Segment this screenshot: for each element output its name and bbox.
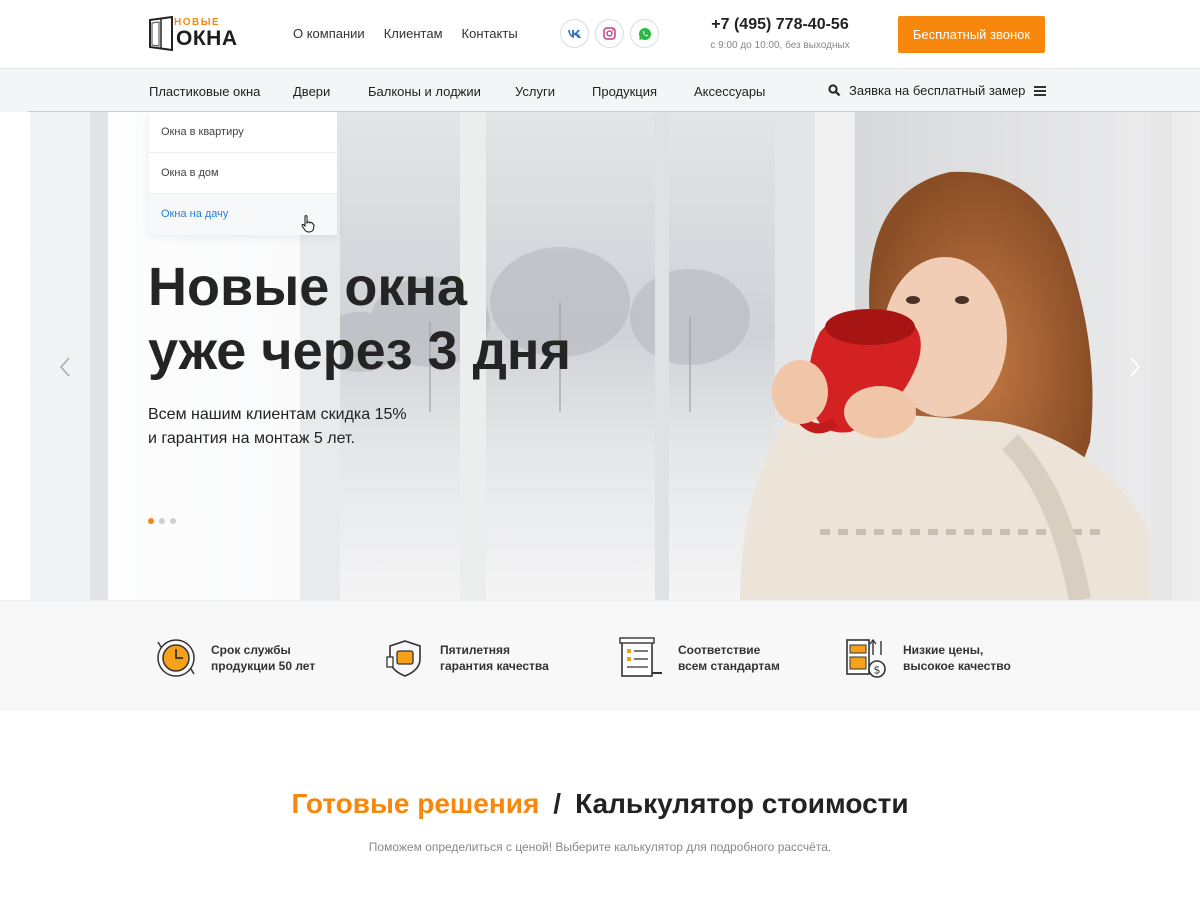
features-bar: Срок службы продукции 50 лет Пятилетняя … <box>0 600 1200 711</box>
nav-link-about[interactable]: О компании <box>293 26 365 41</box>
feature-1-line2: продукции 50 лет <box>211 659 316 673</box>
hero-title: Новые окна уже через 3 дня <box>148 255 571 383</box>
feature-prices: $ Низкие цены, высокое качество <box>845 637 1011 679</box>
hero-subtitle-line2: и гарантия на монтаж 5 лет. <box>148 430 355 447</box>
slider-dot-1[interactable] <box>148 518 154 524</box>
slider-dot-2[interactable] <box>159 518 165 524</box>
main-nav: Пластиковые окна Двери Балконы и лоджии … <box>0 68 1200 112</box>
slider-next-arrow-icon[interactable] <box>1128 356 1142 378</box>
nav-link-clients[interactable]: Клиентам <box>384 26 443 41</box>
feature-2-line2: гарантия качества <box>440 659 549 673</box>
free-measure-label: Заявка на бесплатный замер <box>849 83 1026 98</box>
main-nav-products[interactable]: Продукция <box>592 84 657 99</box>
hero-subtitle-line1: Всем нашим клиентам скидка 15% <box>148 406 407 423</box>
feature-3-line2: всем стандартам <box>678 659 780 673</box>
section-title-separator: / <box>553 788 562 819</box>
section-title: Готовые решения / Калькулятор стоимости <box>0 788 1200 820</box>
svg-text:$: $ <box>874 664 881 677</box>
top-nav: О компании Клиентам Контакты <box>293 26 518 41</box>
instagram-icon[interactable] <box>595 19 624 48</box>
site-header: НОВЫЕ ОКНА О компании Клиентам Контакты … <box>0 0 1200 68</box>
free-measure-link[interactable]: Заявка на бесплатный замер <box>828 83 1025 98</box>
tab-ready-solutions[interactable]: Готовые решения <box>291 788 539 819</box>
shield-thumb-icon <box>386 640 421 677</box>
menu-icon[interactable] <box>1034 86 1046 96</box>
hero-slider: Окна в квартиру Окна в дом Окна на дачу … <box>0 112 1200 600</box>
hero-title-line1: Новые окна <box>148 257 467 317</box>
feature-3-line1: Соответствие <box>678 643 761 657</box>
main-nav-doors[interactable]: Двери <box>293 84 330 99</box>
feature-service-life: Срок службы продукции 50 лет <box>155 637 315 679</box>
main-nav-balconies[interactable]: Балконы и лоджии <box>368 84 481 99</box>
feature-4-line1: Низкие цены, <box>903 643 984 657</box>
free-call-button[interactable]: Бесплатный звонок <box>898 16 1045 53</box>
working-hours: с 9:00 до 10:00, без выходных <box>710 40 850 51</box>
whatsapp-icon[interactable] <box>630 19 659 48</box>
price-icon: $ <box>846 638 886 678</box>
feature-4-line2: высокое качество <box>903 659 1011 673</box>
nav-link-contacts[interactable]: Контакты <box>462 26 518 41</box>
slider-dots <box>148 518 176 524</box>
checklist-icon <box>619 637 662 677</box>
main-nav-accessories[interactable]: Аксессуары <box>694 84 765 99</box>
slider-dot-3[interactable] <box>170 518 176 524</box>
hand-cursor-icon <box>301 215 315 233</box>
clock-icon <box>157 639 195 677</box>
search-icon <box>828 84 841 97</box>
social-links <box>560 19 659 48</box>
main-nav-plastic-windows[interactable]: Пластиковые окна <box>149 84 260 99</box>
feature-2-line1: Пятилетняя <box>440 643 510 657</box>
feature-1-line1: Срок службы <box>211 643 291 657</box>
hero-title-line2: уже через 3 дня <box>148 321 571 381</box>
logo[interactable]: НОВЫЕ ОКНА <box>148 16 238 52</box>
main-nav-services[interactable]: Услуги <box>515 84 555 99</box>
phone-number[interactable]: +7 (495) 778-40-56 <box>702 16 858 34</box>
section-subtitle: Поможем определиться с ценой! Выберите к… <box>368 840 832 854</box>
phone-block: +7 (495) 778-40-56 с 9:00 до 10:00, без … <box>702 16 858 51</box>
dropdown-item-house[interactable]: Окна в дом <box>149 153 337 194</box>
feature-warranty: Пятилетняя гарантия качества <box>384 637 549 679</box>
feature-standards: Соответствие всем стандартам <box>618 637 780 679</box>
hero-subtitle: Всем нашим клиентам скидка 15% и гаранти… <box>148 403 407 451</box>
slider-prev-arrow-icon[interactable] <box>58 356 72 378</box>
tab-cost-calculator[interactable]: Калькулятор стоимости <box>575 788 908 819</box>
vk-icon[interactable] <box>560 19 589 48</box>
dropdown-item-apartment[interactable]: Окна в квартиру <box>149 112 337 153</box>
logo-big-text: ОКНА <box>176 27 238 50</box>
